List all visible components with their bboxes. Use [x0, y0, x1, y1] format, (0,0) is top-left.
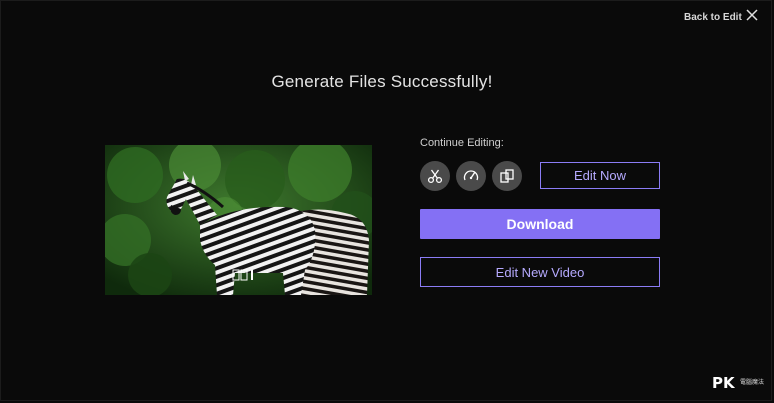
watermark-text: PK: [712, 374, 735, 392]
edit-new-video-button[interactable]: Edit New Video: [420, 257, 660, 287]
crop-icon: [500, 169, 514, 183]
download-button[interactable]: Download: [420, 209, 660, 239]
cut-tool-button[interactable]: [420, 161, 450, 191]
page-title: Generate Files Successfully!: [271, 72, 493, 91]
speed-tool-button[interactable]: [456, 161, 486, 191]
video-preview[interactable]: [105, 145, 372, 295]
watermark-logo: PK 電腦魔法: [712, 374, 764, 392]
watermark-subtext: 電腦魔法: [740, 379, 765, 386]
crop-tool-button[interactable]: [492, 161, 522, 191]
back-to-edit-link[interactable]: Back to Edit: [684, 12, 742, 23]
continue-editing-label: Continue Editing:: [420, 137, 504, 149]
close-icon[interactable]: [745, 8, 759, 22]
zebra-thumbnail-image: [105, 145, 372, 295]
scissors-icon: [427, 169, 443, 184]
speedometer-icon: [463, 170, 479, 181]
edit-now-button[interactable]: Edit Now: [540, 162, 660, 189]
